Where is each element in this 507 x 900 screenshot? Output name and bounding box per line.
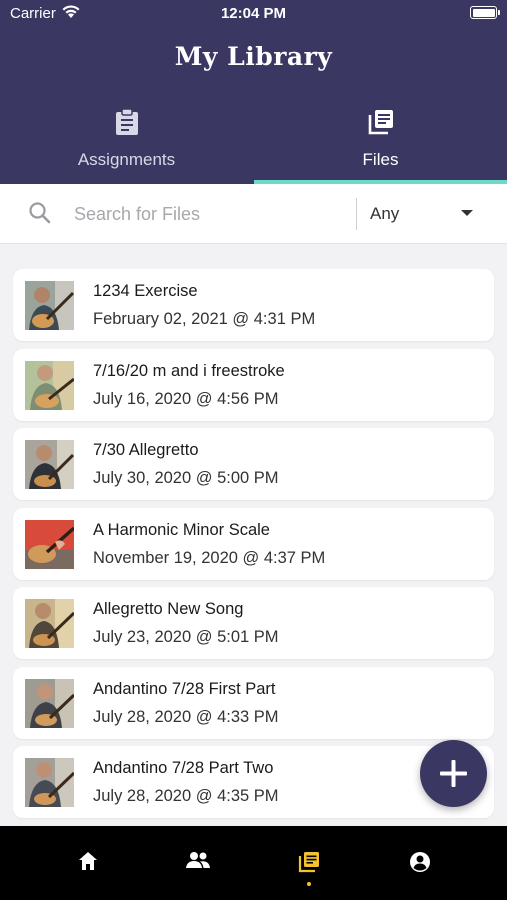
filter-dropdown[interactable]: Any (358, 184, 507, 244)
file-date: July 28, 2020 @ 4:33 PM (93, 707, 279, 726)
file-title: Allegretto New Song (93, 600, 244, 618)
active-nav-dot (307, 882, 311, 886)
tab-files-label: Files (362, 150, 399, 169)
file-thumbnail (25, 519, 74, 569)
bottom-nav (0, 826, 507, 900)
file-title: A Harmonic Minor Scale (93, 520, 270, 539)
file-list: 1234 Exercise February 02, 2021 @ 4:31 P… (13, 269, 494, 826)
clipboard-icon (114, 108, 140, 141)
file-date: February 02, 2021 @ 4:31 PM (93, 310, 316, 328)
page-title: My Library (174, 42, 333, 71)
file-thumbnail (25, 599, 74, 648)
search-bar: Any (0, 184, 507, 244)
file-item[interactable]: 7/16/20 m and i freestroke July 16, 2020… (13, 348, 494, 421)
nav-library[interactable] (254, 826, 364, 900)
file-title: 1234 Exercise (93, 282, 198, 300)
account-icon (410, 852, 430, 872)
add-file-button[interactable] (420, 740, 487, 807)
status-time: 12:04 PM (220, 5, 287, 22)
file-item[interactable]: A Harmonic Minor Scale November 19, 2020… (13, 507, 494, 580)
caret-down-icon (461, 210, 473, 216)
filter-value: Any (370, 204, 400, 223)
file-title: 7/16/20 m and i freestroke (93, 361, 285, 380)
header: Carrier 12:04 PM My Library Assignments (0, 0, 507, 184)
file-item[interactable]: Andantino 7/28 First Part July 28, 2020 … (13, 666, 494, 739)
file-title: Andantino 7/28 First Part (93, 679, 276, 698)
status-bar: Carrier 12:04 PM (0, 0, 507, 28)
file-date: July 23, 2020 @ 5:01 PM (93, 628, 279, 646)
nav-account[interactable] (365, 826, 475, 900)
search-icon (28, 201, 52, 230)
file-title: 7/30 Allegretto (93, 441, 199, 459)
file-date: July 30, 2020 @ 5:00 PM (93, 469, 279, 487)
battery-icon (470, 6, 500, 19)
file-thumbnail (25, 281, 74, 330)
library-icon (367, 108, 395, 141)
file-item[interactable]: Allegretto New Song July 23, 2020 @ 5:01… (13, 587, 494, 659)
file-thumbnail (25, 758, 74, 807)
file-date: November 19, 2020 @ 4:37 PM (93, 548, 326, 567)
tab-assignments[interactable]: Assignments (0, 104, 253, 184)
file-item[interactable]: 1234 Exercise February 02, 2021 @ 4:31 P… (13, 269, 494, 341)
file-item[interactable]: 7/30 Allegretto July 30, 2020 @ 5:00 PM (13, 428, 494, 500)
file-title: Andantino 7/28 Part Two (93, 759, 274, 777)
search-divider (356, 198, 357, 230)
library-icon (298, 852, 319, 873)
file-date: July 16, 2020 @ 4:56 PM (93, 389, 279, 408)
nav-home[interactable] (33, 826, 143, 900)
search-input[interactable] (66, 196, 348, 232)
plus-icon (440, 760, 467, 792)
file-thumbnail (25, 360, 74, 410)
tab-assignments-label: Assignments (77, 150, 176, 169)
people-icon (186, 852, 210, 868)
file-thumbnail (25, 678, 74, 728)
tab-files[interactable]: Files (254, 104, 507, 184)
file-thumbnail (25, 440, 74, 489)
home-icon (79, 852, 97, 870)
nav-people[interactable] (143, 826, 253, 900)
file-date: July 28, 2020 @ 4:35 PM (93, 787, 279, 805)
